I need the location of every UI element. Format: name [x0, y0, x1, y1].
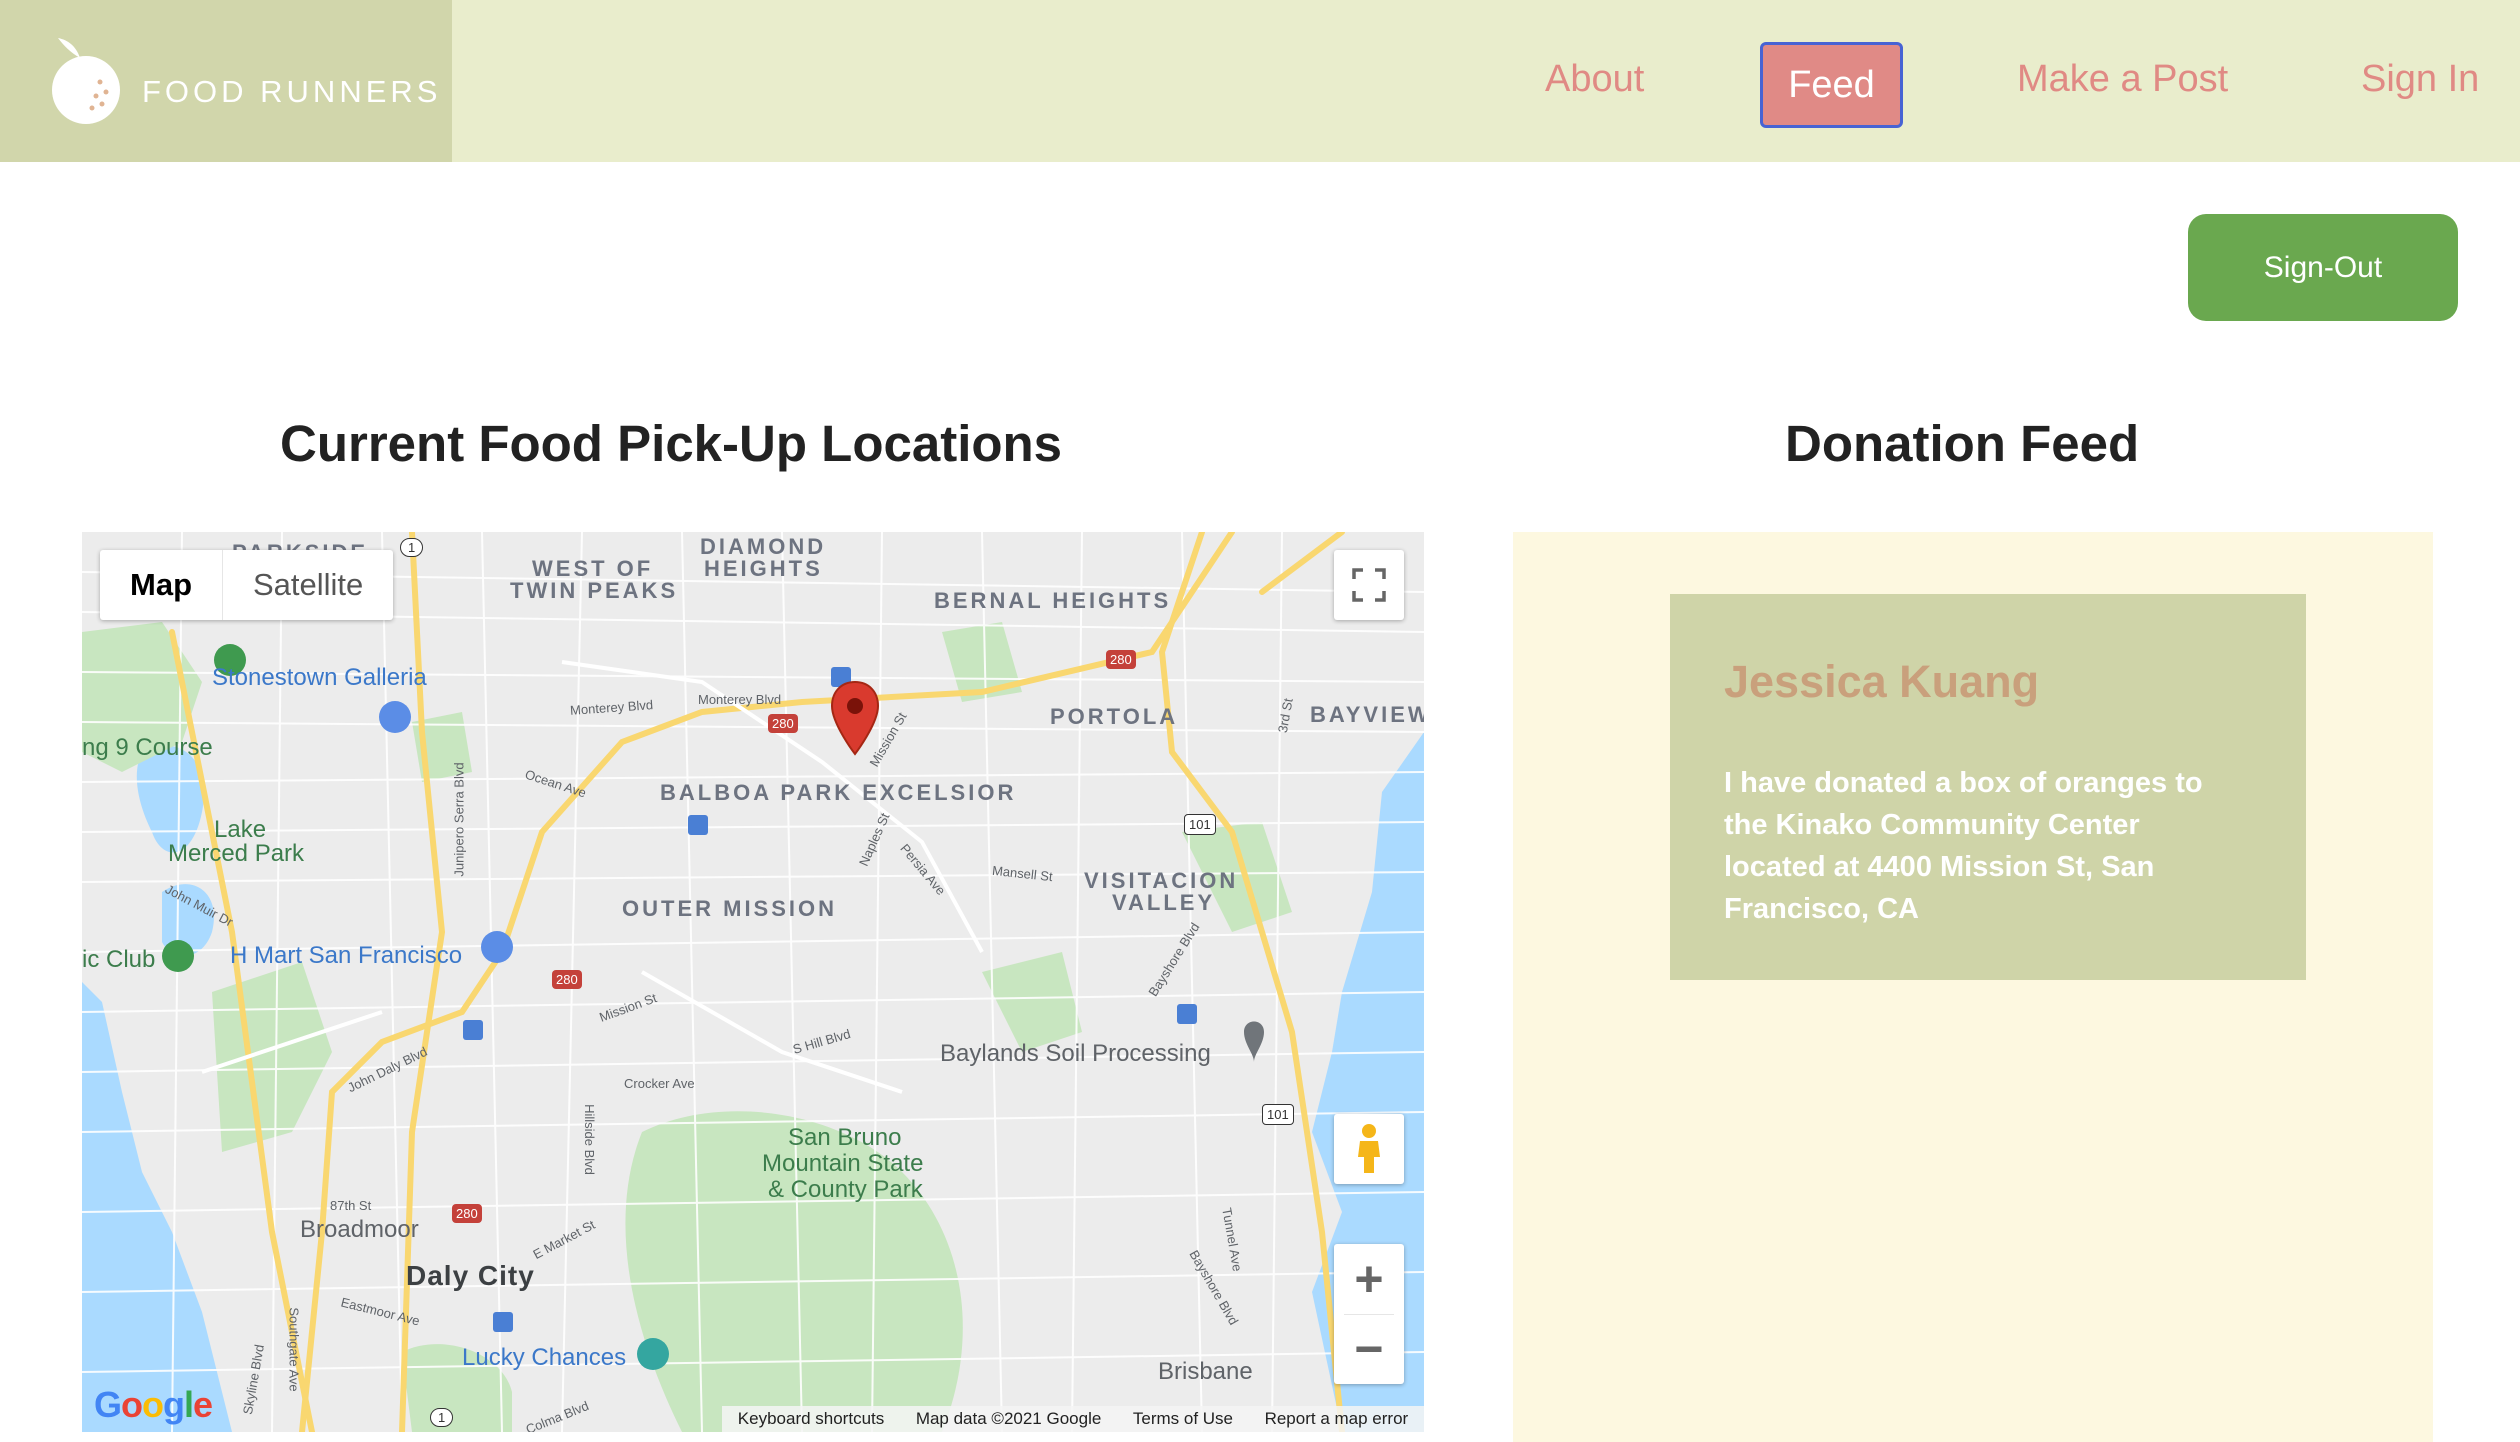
street-junipero-serra: Junipero Serra Blvd [451, 762, 467, 877]
zoom-divider [1344, 1314, 1394, 1315]
street-view-pegman[interactable] [1334, 1114, 1404, 1184]
keyboard-shortcuts-link[interactable]: Keyboard shortcuts [738, 1409, 884, 1429]
map-section-title: Current Food Pick-Up Locations [280, 415, 1063, 472]
street-monterey-2: Monterey Blvd [698, 692, 782, 707]
donation-feed-panel[interactable]: Jessica Kuang I have donated a box of or… [1513, 532, 2433, 1442]
google-logo-letter: e [193, 1384, 213, 1425]
map-label-west-twin-peaks-2: TWIN PEAKS [510, 578, 679, 603]
fullscreen-button[interactable] [1334, 550, 1404, 620]
route-280-shield-a: 280 [1106, 650, 1136, 669]
google-logo-letter: l [184, 1384, 194, 1425]
map-label-lucky-chances[interactable]: Lucky Chances [462, 1344, 626, 1372]
map-label-daly-city: Daly City [406, 1260, 535, 1291]
route-280-shield-c: 280 [552, 970, 582, 989]
brand-name: FOOD RUNNERS [142, 74, 442, 109]
pickup-locations-map[interactable]: PARKSIDE WEST OF TWIN PEAKS DIAMOND HEIG… [82, 532, 1424, 1432]
map-label-san-bruno-3: & County Park [768, 1176, 923, 1203]
map-label-bernal-heights: BERNAL HEIGHTS [934, 588, 1172, 613]
google-logo-letter: g [163, 1384, 185, 1425]
nav-feed[interactable]: Feed [1760, 42, 1903, 128]
map-label-visitacion-2: VALLEY [1112, 890, 1216, 915]
map-label-stonestown[interactable]: Stonestown Galleria [212, 664, 427, 692]
pegman-icon [1358, 1124, 1380, 1173]
sign-out-button[interactable]: Sign-Out [2188, 214, 2458, 321]
route-1-shield-b: 1 [430, 1408, 454, 1427]
street-hillside: Hillside Blvd [581, 1104, 597, 1175]
brand-logo[interactable]: FOOD RUNNERS [0, 0, 452, 162]
map-label-san-bruno-1: San Bruno [788, 1124, 902, 1151]
google-logo-letter: o [142, 1384, 164, 1425]
street-southgate: Southgate Ave [286, 1307, 302, 1392]
google-logo[interactable]: Google [94, 1384, 213, 1426]
map-label-brisbane: Brisbane [1158, 1358, 1253, 1385]
map-label-san-bruno-2: Mountain State [762, 1150, 924, 1177]
map-label-hmart[interactable]: H Mart San Francisco [230, 942, 462, 970]
feed-section-title: Donation Feed [1785, 415, 2140, 472]
map-label-diamond-2: HEIGHTS [704, 556, 823, 581]
route-280-shield-b: 280 [768, 714, 798, 733]
map-label-baylands[interactable]: Baylands Soil Processing [940, 1040, 1211, 1068]
map-type-control: Map Satellite [100, 550, 394, 620]
nav-sign-in[interactable]: Sign In [2361, 58, 2479, 101]
map-type-satellite-button[interactable]: Satellite [223, 550, 393, 620]
route-1-shield-a: 1 [400, 538, 424, 557]
map-label-portola: PORTOLA [1050, 704, 1179, 729]
zoom-in-button[interactable]: + [1334, 1244, 1404, 1314]
top-nav-bar: FOOD RUNNERS About Feed Make a Post Sign… [0, 0, 2520, 162]
street-crocker: Crocker Ave [624, 1076, 695, 1091]
map-label-ic-club[interactable]: ic Club [82, 946, 155, 974]
report-map-error-link[interactable]: Report a map error [1265, 1409, 1409, 1429]
route-280-shield-d: 280 [452, 1204, 482, 1223]
map-data-attribution: Map data ©2021 Google [915, 1409, 1102, 1428]
map-label-bayview: BAYVIEW [1310, 702, 1424, 727]
nav-make-post[interactable]: Make a Post [2017, 58, 2228, 101]
post-author-name: Jessica Kuang [1724, 656, 2040, 707]
map-label-outer-mission: OUTER MISSION [622, 896, 838, 921]
peach-icon [52, 38, 120, 124]
terms-of-use-link[interactable]: Terms of Use [1133, 1409, 1233, 1429]
post-message: I have donated a box of oranges to the K… [1724, 767, 2203, 925]
nav-about[interactable]: About [1545, 58, 1644, 101]
fullscreen-icon [1352, 568, 1386, 602]
route-101-shield-b: 101 [1262, 1104, 1294, 1125]
map-type-map-button[interactable]: Map [100, 550, 223, 620]
google-logo-letter: o [121, 1384, 143, 1425]
route-101-shield-a: 101 [1184, 814, 1216, 835]
map-label-lake-merced-2: Merced Park [168, 840, 305, 867]
map-label-broadmoor: Broadmoor [300, 1216, 419, 1243]
pickup-location-pin-icon[interactable] [830, 680, 880, 756]
zoom-out-button[interactable]: − [1334, 1314, 1404, 1384]
map-attribution-bar: Keyboard shortcuts Map data ©2021 Google… [722, 1406, 1424, 1432]
map-label-balboa-excelsior: BALBOA PARK EXCELSIOR [660, 780, 1017, 805]
zoom-control: + − [1334, 1244, 1404, 1384]
street-87th: 87th St [330, 1198, 372, 1213]
map-label-course[interactable]: ng 9 Course [82, 734, 213, 762]
google-logo-letter: G [94, 1384, 122, 1425]
donation-post-card[interactable]: Jessica Kuang I have donated a box of or… [1670, 594, 2306, 980]
